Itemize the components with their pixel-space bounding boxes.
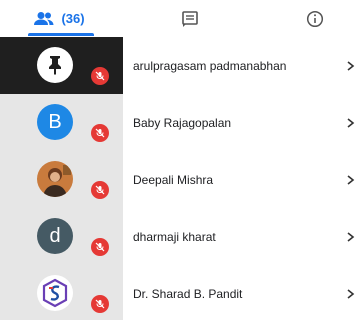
people-icon — [34, 11, 54, 25]
chevron-right-icon — [347, 37, 355, 94]
participant-name: Deepali Mishra — [133, 172, 214, 187]
chevron-right-icon — [347, 151, 355, 208]
avatar-tile: d — [0, 208, 123, 265]
list-item[interactable]: arulpragasam padmanabhan — [0, 37, 358, 94]
avatar-tile: B — [0, 94, 123, 151]
chat-icon — [182, 10, 198, 27]
profile-photo-icon — [37, 161, 73, 197]
avatar: B — [37, 104, 73, 140]
logo-icon — [42, 278, 68, 308]
participant-count: (36) — [61, 11, 85, 26]
avatar-tile — [0, 265, 123, 322]
pin-icon — [49, 56, 61, 75]
avatar — [37, 47, 73, 83]
list-item[interactable]: B Baby Rajagopalan — [0, 94, 358, 151]
tab-people[interactable]: (36) — [22, 0, 96, 37]
tab-chat[interactable] — [165, 0, 215, 37]
avatar — [37, 275, 73, 311]
participant-name: Dr. Sharad B. Pandit — [133, 286, 243, 301]
muted-mic-icon — [91, 67, 109, 85]
list-item[interactable]: d dharmaji kharat — [0, 208, 358, 265]
participant-name: dharmaji kharat — [133, 229, 216, 244]
avatar-tile — [0, 37, 123, 94]
participant-list: arulpragasam padmanabhan B Baby Rajagopa… — [0, 37, 358, 320]
avatar — [37, 161, 73, 197]
tab-info[interactable] — [290, 0, 340, 37]
chevron-right-icon — [347, 208, 355, 265]
muted-mic-icon — [91, 124, 109, 142]
list-item[interactable]: Deepali Mishra — [0, 151, 358, 208]
tab-bar: (36) — [0, 0, 358, 37]
chevron-right-icon — [347, 265, 355, 322]
active-tab-indicator — [28, 33, 94, 36]
info-icon — [306, 10, 324, 27]
list-item[interactable]: Dr. Sharad B. Pandit — [0, 265, 358, 322]
muted-mic-icon — [91, 238, 109, 256]
chevron-right-icon — [347, 94, 355, 151]
avatar: d — [37, 218, 73, 254]
muted-mic-icon — [91, 181, 109, 199]
avatar-tile — [0, 151, 123, 208]
participant-name: arulpragasam padmanabhan — [133, 58, 287, 73]
muted-mic-icon — [91, 295, 109, 313]
participant-name: Baby Rajagopalan — [133, 115, 232, 130]
